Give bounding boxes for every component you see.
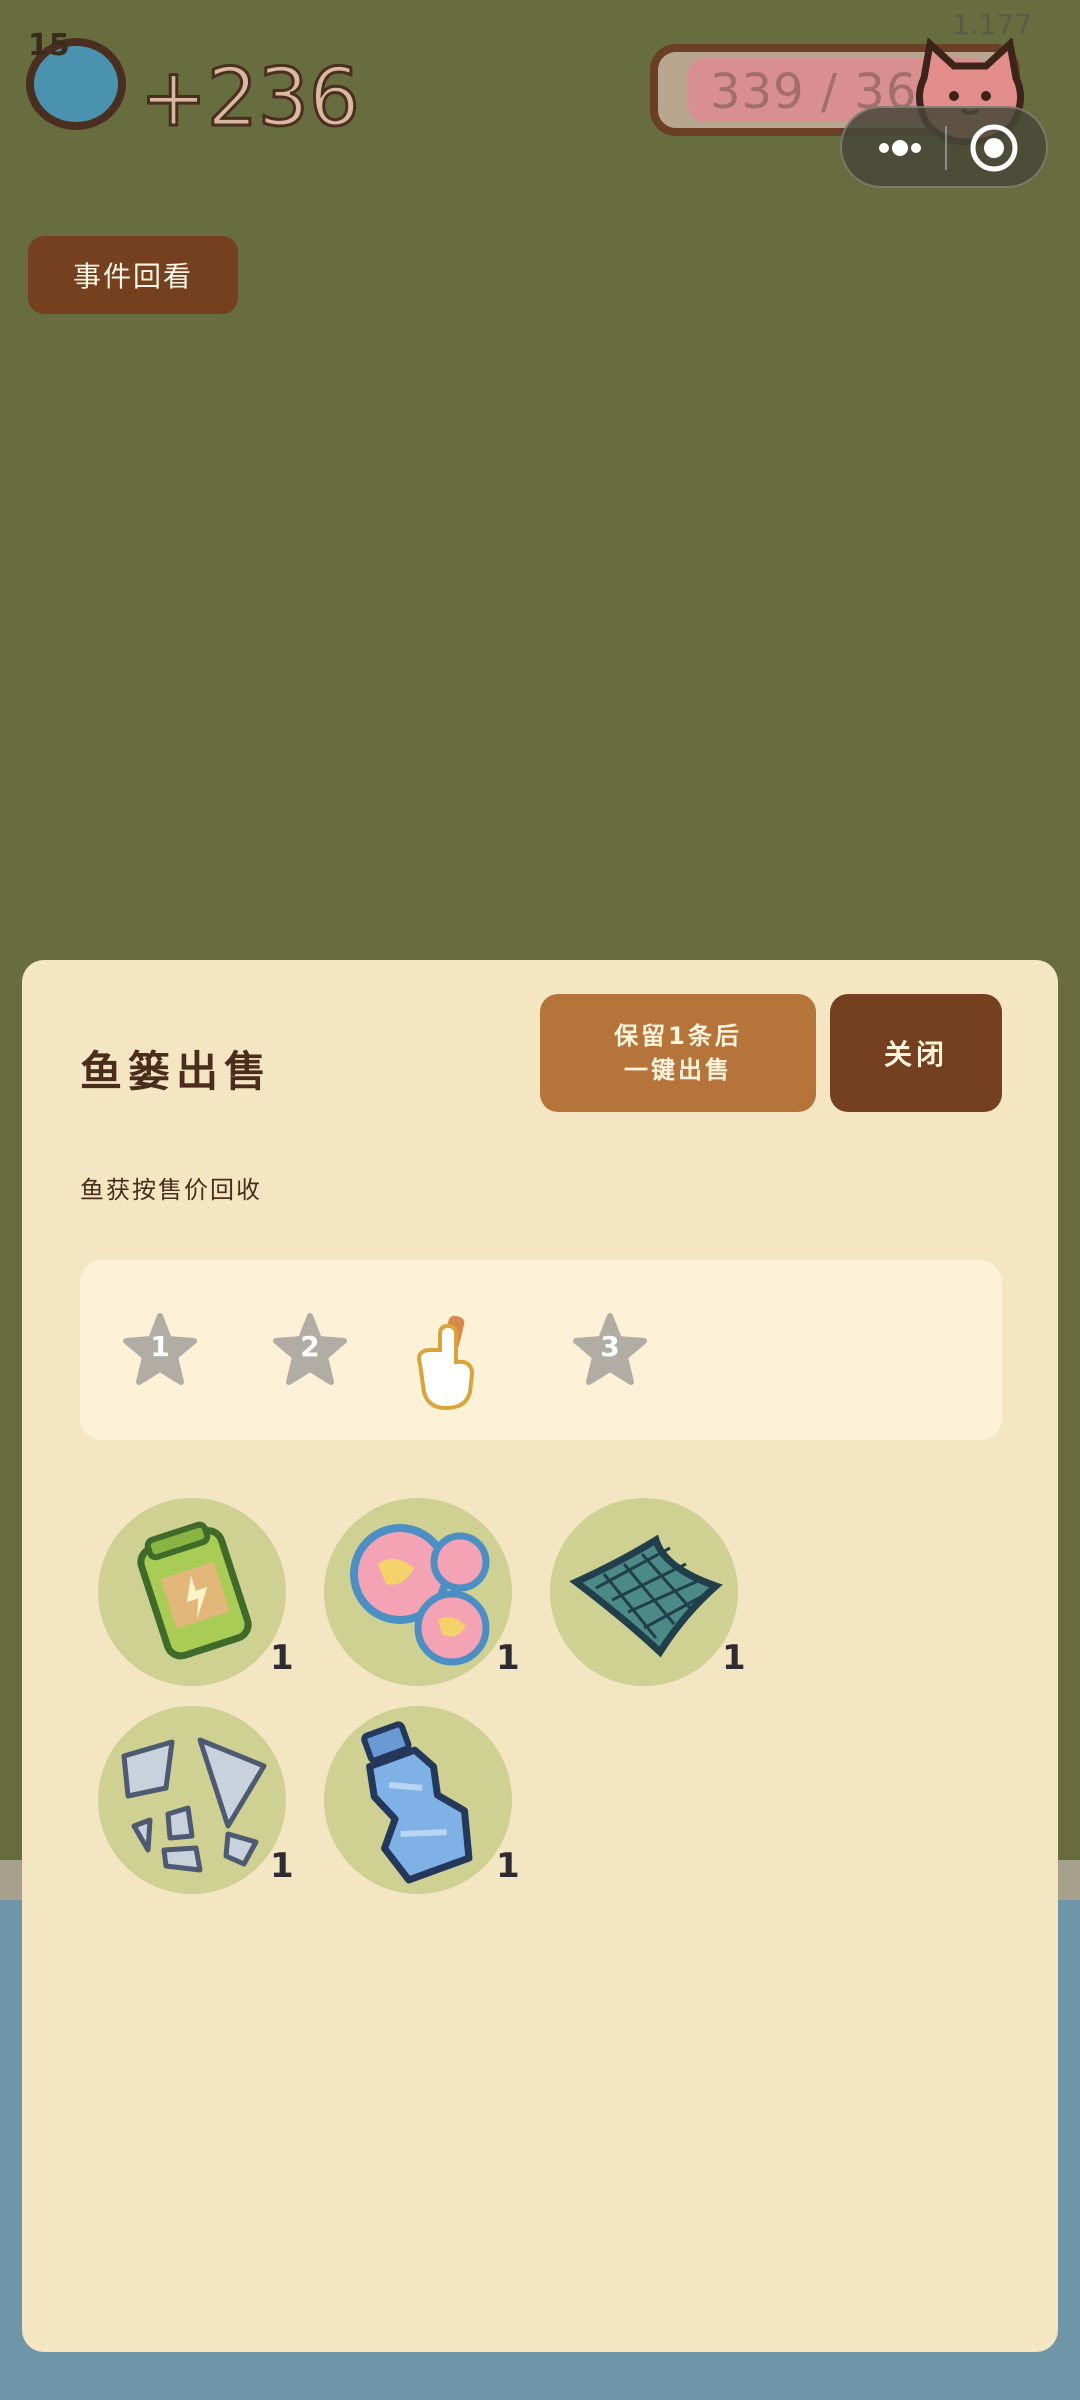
event-review-button[interactable]: 事件回看 <box>28 236 238 314</box>
star-label: 1 <box>150 1330 170 1363</box>
keep-sell-label-line2: 一键出售 <box>624 1056 732 1084</box>
target-icon[interactable] <box>968 122 1020 174</box>
star-filter-3[interactable]: 3 <box>570 1310 650 1390</box>
broken-glass-icon <box>108 1716 276 1884</box>
pointing-hand-icon <box>410 1312 482 1412</box>
panel-subtitle: 鱼获按售价回收 <box>80 1176 262 1204</box>
more-dots-icon[interactable] <box>870 128 930 168</box>
item-bubbles[interactable]: 1 <box>324 1498 520 1686</box>
item-count: 1 <box>722 1638 746 1678</box>
battery-icon <box>108 1508 276 1676</box>
fish-counter: 15 +236 <box>18 28 361 139</box>
item-count: 1 <box>496 1638 520 1678</box>
item-count: 1 <box>270 1846 294 1886</box>
fishing-net-icon <box>560 1508 728 1676</box>
panel-title: 鱼篓出售 <box>80 1047 273 1096</box>
item-broken-glass[interactable]: 1 <box>98 1706 294 1894</box>
star-filter-bar: 1 2 3 <box>80 1260 1002 1440</box>
item-crushed-bottle[interactable]: 1 <box>324 1706 520 1894</box>
star-filter-2[interactable]: 2 <box>270 1310 350 1390</box>
keep-one-sell-all-button[interactable]: 保留1条后 一键出售 <box>540 994 816 1112</box>
star-label: 3 <box>600 1330 620 1363</box>
score-display: +236 <box>139 51 362 144</box>
item-count: 1 <box>496 1846 520 1886</box>
keep-sell-label-line1: 保留1条后 <box>614 1022 742 1050</box>
close-button[interactable]: 关闭 <box>830 994 1002 1112</box>
crushed-bottle-icon <box>334 1716 502 1884</box>
item-fishing-net[interactable]: 1 <box>550 1498 746 1686</box>
item-battery[interactable]: 1 <box>98 1498 294 1686</box>
version-text: 1.177 <box>952 8 1033 41</box>
item-count: 1 <box>270 1638 294 1678</box>
level-number: 15 <box>28 28 70 63</box>
sell-panel: 鱼篓出售 保留1条后 一键出售 关闭 鱼获按售价回收 1 2 3 1 1 1 1… <box>22 960 1058 2352</box>
miniprogram-capsule <box>840 106 1048 188</box>
star-filter-1[interactable]: 1 <box>120 1310 200 1390</box>
bubbles-icon <box>334 1508 502 1676</box>
capsule-divider <box>945 126 947 170</box>
star-label: 2 <box>300 1330 320 1363</box>
